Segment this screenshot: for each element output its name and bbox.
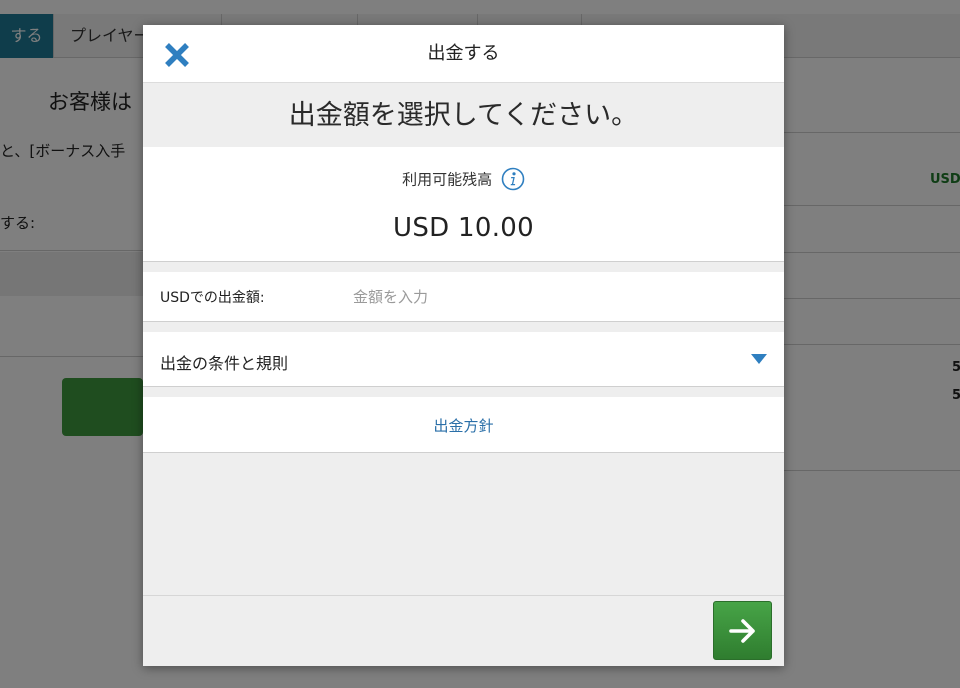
balance-card: 利用可能残高 USD 10.00 xyxy=(143,147,784,262)
close-icon[interactable] xyxy=(163,41,191,69)
terms-dropdown[interactable]: 出金の条件と規則 xyxy=(143,332,784,387)
chevron-down-icon xyxy=(751,354,767,364)
amount-label: USDでの出金額: xyxy=(160,290,265,306)
balance-label: 利用可能残高 xyxy=(402,170,493,189)
policy-row: 出金方針 xyxy=(143,397,784,453)
amount-row: USDでの出金額: xyxy=(143,272,784,322)
withdraw-modal: 出金する 出金額を選択してください。 利用可能残高 USD 10.00 USDで… xyxy=(143,25,784,666)
policy-link-wrap: 出金方針 xyxy=(143,415,784,436)
info-icon[interactable] xyxy=(501,167,525,191)
withdrawal-policy-link[interactable]: 出金方針 xyxy=(433,417,493,435)
modal-title-wrap: 出金する xyxy=(143,25,784,83)
footer-divider xyxy=(143,595,784,596)
modal-header: 出金する xyxy=(143,25,784,83)
next-button[interactable] xyxy=(713,601,772,660)
amount-prompt: 出金額を選択してください。 xyxy=(143,84,784,147)
balance-label-row: 利用可能残高 xyxy=(143,167,784,191)
terms-label: 出金の条件と規則 xyxy=(160,354,289,373)
arrow-right-icon xyxy=(729,619,755,643)
modal-title: 出金する xyxy=(427,43,500,64)
amount-input[interactable] xyxy=(343,280,763,314)
available-balance-value: USD 10.00 xyxy=(393,213,534,243)
